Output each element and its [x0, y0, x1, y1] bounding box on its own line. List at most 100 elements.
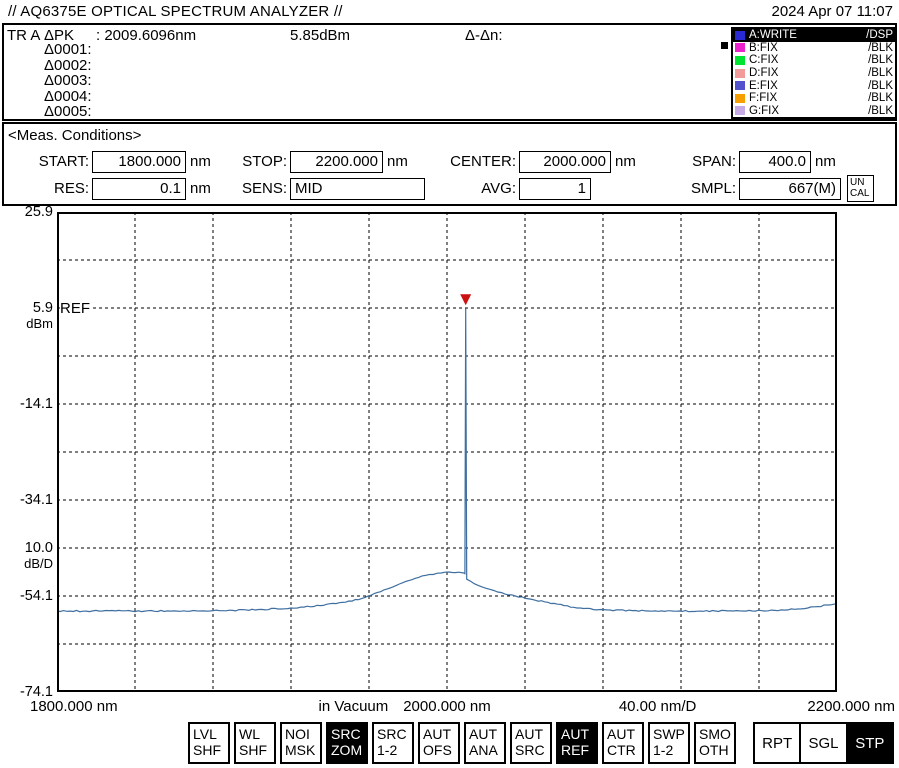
active-trace-label: TR A [7, 27, 41, 44]
delta-row: Δ0002: [44, 56, 92, 74]
marker-panel: TR A ΔPK : 2009.6096nm 5.85dBm Δ-Δn: Δ00… [2, 23, 897, 121]
field-label: AVG: [481, 180, 516, 197]
delta-rows: Δ0001: Δ0002: Δ0003: Δ0004: Δ0005: [44, 42, 92, 120]
softkey-src-1-2[interactable]: SRC 1-2 [372, 722, 414, 764]
y-axis-label: -14.1 [19, 396, 53, 412]
softkey-aut-ref[interactable]: AUT REF [556, 722, 598, 764]
legend-row-b-fix[interactable]: B:FIX/BLK [733, 42, 895, 55]
field-value: 2200.000 [315, 153, 378, 170]
softkey-line1: AUT [561, 726, 589, 742]
softkey-line2: OTH [699, 742, 729, 758]
y-axis-label: 5.9 [32, 300, 53, 316]
field-label: STOP: [242, 153, 287, 170]
softkey-aut-ana[interactable]: AUT ANA [464, 722, 506, 764]
datetime: 2024 Apr 07 11:07 [771, 3, 894, 20]
field-label: SENS: [241, 180, 287, 197]
softkey-line2: MSK [285, 742, 316, 758]
trace-display-mode: /BLK [868, 41, 893, 54]
softkey-line2: OFS [423, 742, 452, 758]
softkey-lvl-shf[interactable]: LVL SHF [188, 722, 230, 764]
span-field: SPAN: 400.0 nm [651, 150, 836, 173]
spectrum-chart: 25.9 5.9 dBm -14.1 -34.1 10.0 dB/D -54.1 -74.1 R… [0, 204, 899, 720]
field-value: 400.0 [768, 153, 806, 170]
y-axis-label: 25.9 [24, 204, 53, 220]
start-field: START: 1800.000 nm [4, 150, 211, 173]
softkey-wl-shf[interactable]: WL SHF [234, 722, 276, 764]
x-axis-label: 40.00 nm/D [618, 698, 697, 715]
stop-field: STOP: 2200.000 nm [202, 150, 408, 173]
softkey-aut-ofs[interactable]: AUT OFS [418, 722, 460, 764]
softkey-line2: SHF [193, 742, 221, 758]
legend-row-f-fix[interactable]: F:FIX/BLK [733, 92, 895, 105]
trace-display-mode: /BLK [868, 79, 893, 92]
legend-row-e-fix[interactable]: E:FIX/BLK [733, 79, 895, 92]
uncal-badge: UN CAL [847, 175, 874, 202]
delta-row: Δ0004: [44, 87, 92, 105]
legend-pointer-icon [721, 42, 728, 49]
softkey-aut-src[interactable]: AUT SRC [510, 722, 552, 764]
softkey-swp-1-2[interactable]: SWP 1-2 [648, 722, 690, 764]
start-value-box[interactable]: 1800.000 [92, 150, 186, 173]
softkey-line2: SHF [239, 742, 267, 758]
y-axis-sublabel: dBm [26, 316, 53, 331]
title-bar: // AQ6375E OPTICAL SPECTRUM ANALYZER // … [0, 0, 899, 23]
legend-row-a-write[interactable]: A:WRITE/DSP [733, 29, 895, 42]
uncal-line2: CAL [850, 188, 870, 199]
trace-name: F:FIX [749, 92, 778, 105]
field-label: RES: [53, 180, 89, 197]
legend-row-d-fix[interactable]: D:FIX/BLK [733, 67, 895, 80]
softkey-noi-msk[interactable]: NOI MSK [280, 722, 322, 764]
smpl-value-box[interactable]: 667(M) [739, 177, 841, 200]
softkey-line1: WL [239, 726, 260, 742]
legend-row-c-fix[interactable]: C:FIX/BLK [733, 54, 895, 67]
softkey-line2: ANA [469, 742, 498, 758]
res-value-box[interactable]: 0.1 [92, 177, 186, 200]
trace-display-mode: /BLK [868, 104, 893, 117]
trace-name: D:FIX [749, 67, 779, 80]
trace-display-mode: /DSP [866, 29, 893, 42]
trace-color-swatch-icon [735, 81, 745, 91]
trace-color-swatch-icon [735, 106, 745, 116]
softkey-line1: NOI [285, 726, 310, 742]
trace-name: A:WRITE [749, 29, 797, 42]
softkey-line2: SRC [515, 742, 545, 758]
delta-row: Δ0001: [44, 41, 92, 58]
softkey-line1: SRC [331, 726, 361, 742]
center-value-box[interactable]: 2000.000 [519, 150, 611, 173]
avg-field: AVG: 1 [431, 177, 595, 200]
softkey-rpt[interactable]: RPT [755, 724, 799, 762]
legend-row-g-fix[interactable]: G:FIX/BLK [733, 104, 895, 117]
field-label: CENTER: [450, 153, 516, 170]
stop-value-box[interactable]: 2200.000 [290, 150, 383, 173]
osa-screen: // AQ6375E OPTICAL SPECTRUM ANALYZER // … [0, 0, 899, 768]
softkeys-left-group: LVL SHF WL SHF NOI MSK SRC ZOM SRC 1-2 AUT OFS AUT AN… [188, 722, 736, 764]
sens-value-box[interactable]: MID [290, 177, 425, 200]
field-value: 667(M) [788, 180, 836, 197]
trace-display-mode: /BLK [868, 54, 893, 67]
softkey-stp[interactable]: STP [845, 724, 892, 762]
softkeys-right-group: RPT SGL STP [753, 722, 894, 764]
softkey-line2: REF [561, 742, 589, 758]
softkey-aut-ctr[interactable]: AUT CTR [602, 722, 644, 764]
meas-conditions-heading: <Meas. Conditions> [8, 127, 142, 144]
uncal-line1: UN [850, 177, 865, 188]
softkey-line1: LVL [193, 726, 217, 742]
softkey-sgl[interactable]: SGL [799, 724, 845, 762]
field-value: 1800.000 [118, 153, 181, 170]
peak-level-value: 5.85dBm [290, 27, 351, 44]
x-axis-label: 1800.000 nm [30, 698, 118, 715]
delta-row: Δ0005: [44, 103, 92, 120]
span-value-box[interactable]: 400.0 [739, 150, 811, 173]
avg-value-box[interactable]: 1 [519, 177, 591, 200]
softkey-src-zom[interactable]: SRC ZOM [326, 722, 368, 764]
app-title: // AQ6375E OPTICAL SPECTRUM ANALYZER // [8, 3, 343, 20]
x-axis-label: 2000.000 nm [403, 698, 491, 715]
softkey-line1: AUT [423, 726, 451, 742]
peak-wavelength-value: : 2009.6096nm [96, 27, 197, 44]
trace-color-swatch-icon [735, 55, 745, 65]
softkey-smo-oth[interactable]: SMO OTH [694, 722, 736, 764]
spectrum-plot [56, 212, 838, 692]
field-unit: nm [387, 153, 408, 170]
trace-display-mode: /BLK [868, 67, 893, 80]
trace-color-swatch-icon [735, 43, 745, 53]
